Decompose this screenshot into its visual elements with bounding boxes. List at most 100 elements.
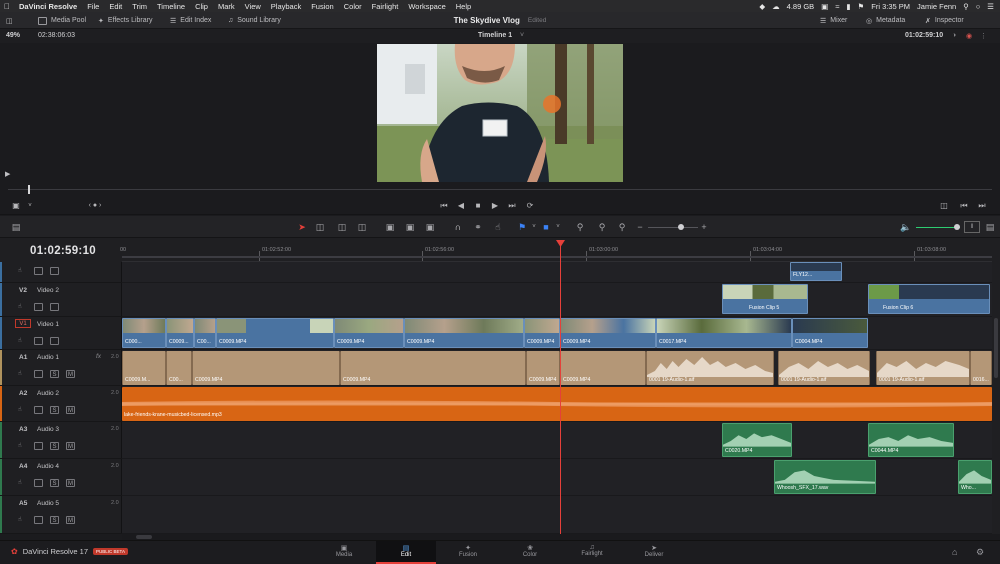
- skip-to-start-icon[interactable]: ⏮: [438, 200, 450, 212]
- clock[interactable]: Fri 3:35 PM: [871, 2, 910, 11]
- audio-clip[interactable]: C0009.MP4: [526, 351, 560, 385]
- audio-clip[interactable]: 0001 19-Audio-1.aif: [778, 351, 870, 385]
- lock-icon[interactable]: ☝: [18, 406, 22, 414]
- zoom-slider-handle[interactable]: [678, 224, 684, 230]
- lock-icon[interactable]: ☝: [18, 370, 22, 378]
- music-clip[interactable]: lake-friends-krane-musicbed-licensed.mp3: [122, 387, 992, 421]
- page-fairlight[interactable]: ♫ Fairlight: [562, 541, 622, 564]
- audio-clip[interactable]: C0009.MP4: [340, 351, 526, 385]
- audio-clip[interactable]: 0001 19-Audio-1.aif: [646, 351, 774, 385]
- play-icon[interactable]: ▶: [489, 200, 501, 212]
- overwrite-clip-icon[interactable]: ▣: [404, 221, 416, 233]
- video-clip[interactable]: C0009.MP4: [334, 318, 404, 348]
- volume-slider-handle[interactable]: [954, 224, 960, 230]
- color-icon[interactable]: ◉: [966, 32, 972, 40]
- auto-select-icon[interactable]: [34, 479, 43, 487]
- trim-tool-icon[interactable]: ◫: [314, 221, 326, 233]
- dropbox-icon[interactable]: ◆: [759, 2, 765, 11]
- auto-select-icon[interactable]: [34, 303, 43, 311]
- gear-icon[interactable]: ⚙: [976, 547, 984, 558]
- mute-button[interactable]: M: [66, 479, 75, 487]
- home-icon[interactable]: ⌂: [952, 547, 957, 557]
- audio-clip-green[interactable]: Whoosh_SFX_17.wav: [774, 460, 876, 494]
- search-icon[interactable]: ⚲: [963, 2, 969, 11]
- auto-select-icon[interactable]: [34, 267, 43, 275]
- wifi-icon[interactable]: ≈: [835, 2, 839, 11]
- metadata-button[interactable]: ◎ Metadata: [866, 12, 905, 29]
- chevron-down-icon[interactable]: ˅: [24, 200, 36, 212]
- track-name[interactable]: Audio 4: [37, 463, 59, 470]
- track-destination-badge[interactable]: V1: [15, 319, 31, 328]
- play-reverse-icon[interactable]: ◀: [455, 200, 467, 212]
- speaker-icon[interactable]: 🔈: [900, 221, 912, 233]
- more-icon[interactable]: ⋮: [980, 32, 987, 40]
- video-clip[interactable]: C0009.MP4: [524, 318, 560, 348]
- solo-button[interactable]: S: [50, 442, 59, 450]
- insert-clip-icon[interactable]: ▣: [384, 221, 396, 233]
- track-name[interactable]: Audio 5: [37, 500, 59, 507]
- page-edit[interactable]: ▤ Edit: [376, 541, 436, 564]
- lock-icon[interactable]: ☝: [18, 303, 22, 311]
- loop-icon[interactable]: ⟳: [524, 200, 536, 212]
- audio-clip-green[interactable]: Who...: [958, 460, 992, 494]
- lock-icon[interactable]: ☝: [18, 516, 22, 524]
- audio-clip[interactable]: 0016...: [970, 351, 992, 385]
- replace-clip-icon[interactable]: ▣: [424, 221, 436, 233]
- match-frame-icon[interactable]: ◫: [938, 200, 950, 212]
- video-clip-fly[interactable]: FLY12...: [790, 262, 842, 281]
- chevron-down-icon[interactable]: ˅: [520, 32, 524, 39]
- mute-button[interactable]: M: [66, 516, 75, 524]
- viewer-mode-icon[interactable]: ▣: [10, 200, 22, 212]
- track-name[interactable]: Video 2: [37, 287, 59, 294]
- solo-button[interactable]: S: [50, 370, 59, 378]
- skip-to-end-icon[interactable]: ⏭: [506, 200, 518, 212]
- page-media[interactable]: ▣ Media: [314, 541, 374, 564]
- mixer-button[interactable]: ☰ Mixer: [820, 12, 847, 29]
- creative-cloud-icon[interactable]: ☁: [772, 2, 780, 11]
- user-name[interactable]: Jamie Fenn: [917, 2, 956, 11]
- video-clip[interactable]: C0004.MP4: [792, 318, 868, 348]
- solo-button[interactable]: S: [50, 406, 59, 414]
- viewer-scrubber[interactable]: [0, 183, 1000, 197]
- stop-icon[interactable]: ■: [472, 200, 484, 212]
- viewer-options-icon[interactable]: ▶: [5, 170, 10, 178]
- auto-select-icon[interactable]: [34, 516, 43, 524]
- menu-fusion[interactable]: Fusion: [306, 2, 339, 11]
- menu-clip[interactable]: Clip: [190, 2, 213, 11]
- audio-clip[interactable]: C0009.MP4: [192, 351, 340, 385]
- timeline-timecode[interactable]: 01:02:59:10: [30, 245, 96, 257]
- mute-button[interactable]: M: [66, 370, 75, 378]
- sound-library-button[interactable]: ♫ Sound Library: [228, 12, 281, 29]
- zoom-level[interactable]: 49%: [6, 32, 20, 39]
- solo-button[interactable]: S: [50, 516, 59, 524]
- mute-button[interactable]: M: [66, 406, 75, 414]
- chevron-down-icon[interactable]: ˅: [528, 221, 540, 233]
- zoom-out-icon[interactable]: −: [634, 221, 646, 233]
- timeline-name[interactable]: Timeline 1: [478, 32, 512, 39]
- snapping-icon[interactable]: ∩: [452, 221, 464, 233]
- auto-select-icon[interactable]: [34, 406, 43, 414]
- timeline-viewer[interactable]: ▶: [0, 43, 1000, 183]
- prev-edit-icon[interactable]: ⏮: [958, 200, 970, 212]
- auto-select-icon[interactable]: [34, 337, 43, 345]
- audio-clip-green[interactable]: C0020.MP4: [722, 423, 792, 457]
- video-clip[interactable]: C0009.MP4: [560, 318, 656, 348]
- solo-button[interactable]: S: [50, 479, 59, 487]
- effects-library-button[interactable]: ✦ Effects Library: [98, 12, 153, 29]
- lock-icon[interactable]: ☝: [18, 267, 22, 275]
- zoom-custom-icon[interactable]: ⚲: [616, 221, 628, 233]
- jog-control[interactable]: ‹ ● ›: [80, 200, 110, 212]
- audio-clip[interactable]: C0009.M...: [122, 351, 166, 385]
- fx-icon[interactable]: fx: [96, 353, 101, 360]
- menu-fairlight[interactable]: Fairlight: [367, 2, 404, 11]
- timeline-ruler[interactable]: 00 01:02:52:00 01:02:56:00 01:03:00:00 0…: [120, 238, 992, 262]
- page-deliver[interactable]: ➤ Deliver: [624, 541, 684, 564]
- video-clip[interactable]: C0017.MP4: [656, 318, 792, 348]
- menu-timeline[interactable]: Timeline: [152, 2, 190, 11]
- inspector-button[interactable]: ✗ Inspector: [925, 12, 964, 29]
- page-fusion[interactable]: ✦ Fusion: [438, 541, 498, 564]
- scrub-handle[interactable]: [28, 185, 30, 194]
- notification-icon[interactable]: ☰: [987, 2, 994, 11]
- track-name[interactable]: Audio 2: [37, 390, 59, 397]
- horizontal-scroll-thumb[interactable]: [136, 535, 152, 539]
